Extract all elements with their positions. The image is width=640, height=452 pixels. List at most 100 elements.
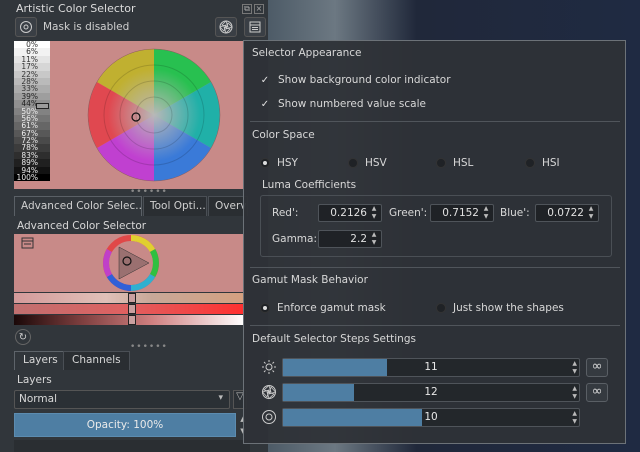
radio-hsv[interactable]: HSV <box>348 157 387 169</box>
aperture-icon <box>219 20 233 34</box>
artistic-selector-title: Artistic Color Selector <box>16 2 136 15</box>
radio-enforce-gamut-mask[interactable]: Enforce gamut mask <box>260 302 386 314</box>
hue-ring-triangle[interactable] <box>102 234 160 292</box>
checkmark-icon: ✓ <box>260 74 270 86</box>
radio-indicator <box>436 158 446 168</box>
tab-overview[interactable]: Overv <box>208 196 248 216</box>
green-coefficient-spinbox[interactable]: 0.7152 ▲ ▼ <box>430 204 494 222</box>
saturation-slider-handle[interactable] <box>128 304 136 314</box>
show-bg-indicator-checkbox[interactable]: ✓ Show background color indicator <box>260 74 451 86</box>
gamma-value: 2.2 <box>350 233 367 245</box>
dock-title-buttons: ⧉ × <box>242 2 266 14</box>
radio-indicator <box>260 158 270 168</box>
gamut-section-title: Gamut Mask Behavior <box>252 274 368 286</box>
hue-steps-value: 12 <box>424 386 438 398</box>
mask-icon <box>20 21 32 33</box>
infinite-value-steps-button[interactable]: ∞ <box>586 358 608 377</box>
red-coefficient-spinbox[interactable]: 0.2126 ▲ ▼ <box>318 204 382 222</box>
advanced-selector-area[interactable] <box>14 234 244 292</box>
advanced-selector-label: Advanced Color Selector <box>17 220 147 232</box>
green-value: 0.7152 <box>442 207 479 219</box>
gamma-spinbox[interactable]: 2.2 ▲ ▼ <box>318 230 382 248</box>
radio-indicator <box>260 303 270 313</box>
appearance-section-title: Selector Appearance <box>252 47 362 59</box>
hue-slider-handle[interactable] <box>128 293 136 303</box>
aperture-icon <box>259 382 279 402</box>
infinite-hue-steps-button[interactable]: ∞ <box>586 383 608 402</box>
blue-coefficient-spinbox[interactable]: 0.0722 ▲ ▼ <box>535 204 599 222</box>
tab-tool-options[interactable]: Tool Opti... <box>143 196 207 216</box>
value-scale-label: 100% <box>14 174 50 181</box>
refresh-button[interactable]: ↻ <box>15 329 31 345</box>
spin-arrows[interactable]: ▲ ▼ <box>369 205 379 221</box>
spin-arrows[interactable]: ▲ ▼ <box>572 410 577 426</box>
value-steps-slider[interactable]: 11 ▲ ▼ <box>282 358 580 377</box>
spin-arrows[interactable]: ▲ ▼ <box>586 205 596 221</box>
left-dock: Artistic Color Selector ⧉ × Mask is disab… <box>0 0 268 452</box>
opacity-slider[interactable]: Opacity: 100% <box>14 413 236 437</box>
radio-indicator <box>525 158 535 168</box>
color-history-icon[interactable] <box>20 236 36 250</box>
just-show-shapes-label: Just show the shapes <box>453 302 564 314</box>
radio-hsy-label: HSY <box>277 157 298 169</box>
preferences-button[interactable] <box>244 17 266 37</box>
ring-icon <box>259 407 279 427</box>
show-bg-indicator-label: Show background color indicator <box>278 74 451 86</box>
radio-hsl-label: HSL <box>453 157 474 169</box>
tab-advanced-color-selector[interactable]: Advanced Color Selec... <box>14 196 142 216</box>
splitter-handle[interactable]: •••••• <box>130 342 168 352</box>
value-steps-value: 11 <box>424 361 438 373</box>
gamma-label: Gamma: <box>272 233 317 245</box>
radio-hsi[interactable]: HSI <box>525 157 560 169</box>
layer-row[interactable] <box>14 440 250 452</box>
radio-hsy[interactable]: HSY <box>260 157 298 169</box>
value-slider-handle[interactable] <box>128 315 136 325</box>
blue-value: 0.0722 <box>547 207 584 219</box>
spin-arrows[interactable]: ▲ ▼ <box>369 231 379 247</box>
float-dock-icon[interactable]: ⧉ <box>242 4 252 14</box>
radio-just-show-shapes[interactable]: Just show the shapes <box>436 302 564 314</box>
brightness-icon <box>259 357 279 377</box>
steps-section-title: Default Selector Steps Settings <box>252 333 416 345</box>
hue-steps-slider[interactable]: 12 ▲ ▼ <box>282 383 580 402</box>
blend-mode-value: Normal <box>19 393 57 405</box>
luma-coefficients-title: Luma Coefficients <box>262 179 357 191</box>
divider <box>250 267 620 268</box>
red-value: 0.2126 <box>330 207 367 219</box>
radio-hsl[interactable]: HSL <box>436 157 473 169</box>
value-scale[interactable]: 0% 6% 11% 17% 22% 28% 33% 39% 44% 50% 56… <box>14 41 50 189</box>
divider <box>250 325 620 326</box>
layers-title: Layers <box>17 374 52 386</box>
saturation-steps-slider[interactable]: 10 ▲ ▼ <box>282 408 580 427</box>
show-numbered-scale-label: Show numbered value scale <box>278 98 426 110</box>
refresh-icon: ↻ <box>18 331 28 343</box>
settings-panel-icon <box>249 21 261 33</box>
red-label: Red': <box>272 207 299 219</box>
tab-layers[interactable]: Layers <box>14 351 67 370</box>
value-scale-marker[interactable] <box>36 103 49 109</box>
radio-hsv-label: HSV <box>365 157 387 169</box>
divider <box>250 121 620 122</box>
saturation-steps-value: 10 <box>424 411 438 423</box>
spin-arrows[interactable]: ▲ ▼ <box>572 385 577 401</box>
radio-indicator <box>348 158 358 168</box>
wheel-settings-button[interactable] <box>215 17 237 37</box>
tab-channels[interactable]: Channels <box>63 351 130 370</box>
mask-toggle-button[interactable] <box>15 17 37 37</box>
close-dock-icon[interactable]: × <box>254 4 264 14</box>
radio-indicator <box>436 303 446 313</box>
chevron-down-icon: ▾ <box>218 393 223 403</box>
enforce-gamut-mask-label: Enforce gamut mask <box>277 302 386 314</box>
artistic-color-wheel[interactable] <box>86 47 222 183</box>
checkmark-icon: ✓ <box>260 98 270 110</box>
color-space-section-title: Color Space <box>252 129 315 141</box>
opacity-value: Opacity: 100% <box>86 419 164 431</box>
spin-arrows[interactable]: ▲ ▼ <box>572 360 577 376</box>
spin-arrows[interactable]: ▲ ▼ <box>481 205 491 221</box>
blend-mode-select[interactable]: Normal ▾ <box>14 390 230 409</box>
mask-status-label: Mask is disabled <box>43 21 130 33</box>
selector-settings-popup: Selector Appearance ✓ Show background co… <box>243 40 626 444</box>
show-numbered-scale-checkbox[interactable]: ✓ Show numbered value scale <box>260 98 426 110</box>
green-label: Green': <box>389 207 428 219</box>
radio-hsi-label: HSI <box>542 157 560 169</box>
